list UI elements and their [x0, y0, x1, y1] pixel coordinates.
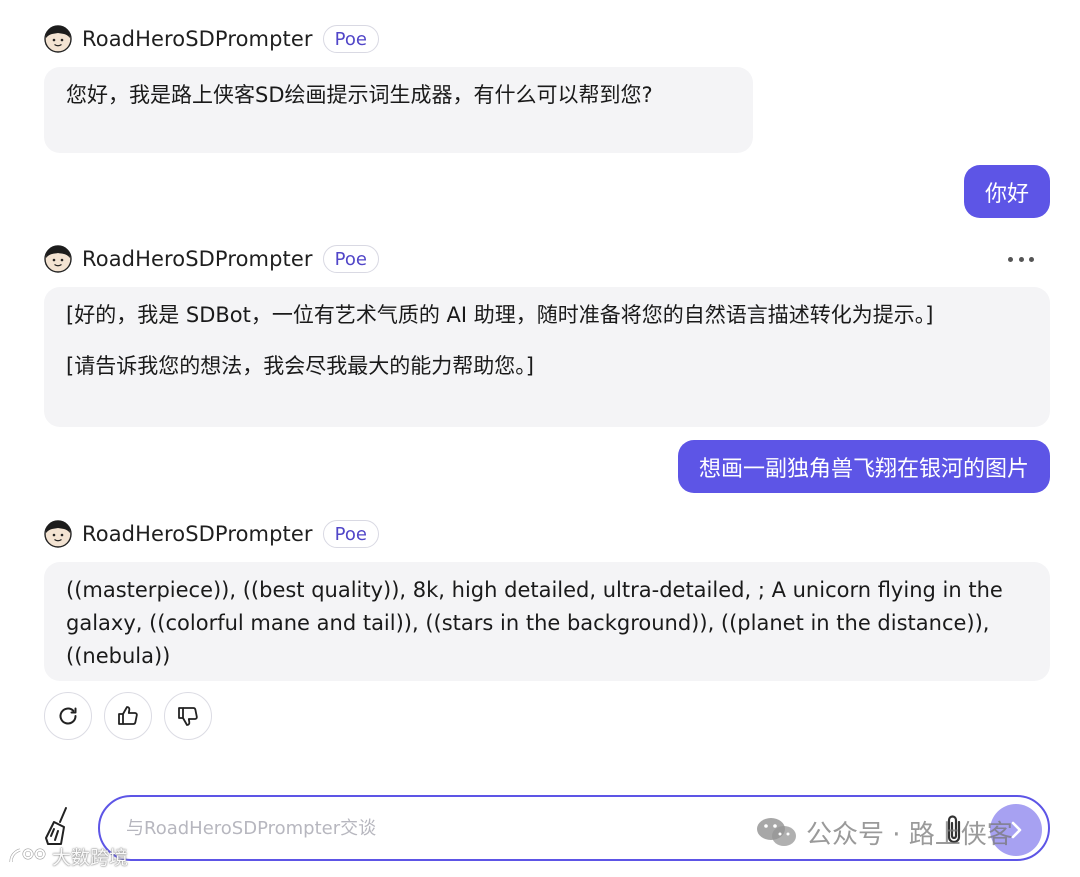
bot-message-bubble: ((masterpiece)), ((best quality)), 8k, h… [44, 562, 1050, 681]
more-options-button[interactable] [1006, 246, 1036, 272]
dot-icon [1018, 256, 1024, 262]
user-message-bubble: 你好 [963, 165, 1050, 218]
bot-message-bubble: 您好，我是路上侠客SD绘画提示词生成器，有什么可以帮到您? [44, 67, 753, 153]
dislike-button[interactable] [164, 692, 212, 740]
bot-header: RoadHeroSDPrompter Poe [44, 519, 379, 549]
bot-avatar-icon[interactable] [44, 520, 72, 548]
wechat-icon [757, 818, 796, 846]
user-message-bubble: 想画一副独角兽飞翔在银河的图片 [677, 440, 1050, 493]
bot-avatar-icon[interactable] [44, 25, 72, 53]
bot-message-text: 您好，我是路上侠客SD绘画提示词生成器，有什么可以帮到您? [66, 83, 653, 107]
poe-badge[interactable]: Poe [322, 25, 379, 53]
bot-message-text: ((masterpiece)), ((best quality)), 8k, h… [66, 578, 1003, 668]
bot-name[interactable]: RoadHeroSDPrompter [82, 522, 313, 546]
watermark-text: 公众号 · 路上侠客 [806, 819, 1013, 850]
poe-badge[interactable]: Poe [322, 245, 379, 273]
dot-icon [1008, 256, 1013, 262]
thumbs-down-icon [178, 707, 198, 726]
user-message-text: 想画一副独角兽飞翔在银河的图片 [698, 456, 1029, 482]
refresh-icon [59, 707, 77, 725]
bot-header: RoadHeroSDPrompter Poe [44, 244, 379, 274]
poe-badge[interactable]: Poe [322, 520, 379, 548]
watermark-brand: 大数跨境 [8, 842, 128, 870]
thumbs-up-icon [118, 706, 138, 725]
bot-header: RoadHeroSDPrompter Poe [44, 24, 379, 54]
brand-logo-icon [9, 848, 46, 863]
user-message-text: 你好 [984, 181, 1029, 207]
bot-avatar-icon[interactable] [44, 245, 72, 273]
message-input[interactable] [126, 813, 726, 843]
bot-message-paragraph: [好的，我是 SDBot，一位有艺术气质的 AI 助理，随时准备将您的自然语言描… [66, 303, 934, 327]
bot-name[interactable]: RoadHeroSDPrompter [82, 27, 313, 51]
watermark-brand-text: 大数跨境 [52, 846, 129, 869]
clear-context-broom-icon[interactable] [44, 806, 78, 846]
retry-button[interactable] [44, 692, 92, 740]
like-button[interactable] [104, 692, 152, 740]
bot-name[interactable]: RoadHeroSDPrompter [82, 247, 313, 271]
dot-icon [1029, 256, 1034, 262]
bot-message-bubble: [好的，我是 SDBot，一位有艺术气质的 AI 助理，随时准备将您的自然语言描… [44, 287, 1050, 427]
bot-message-paragraph: [请告诉我您的想法，我会尽我最大的能力帮助您。] [66, 354, 534, 378]
watermark-wechat: 公众号 · 路上侠客 [756, 812, 1013, 852]
